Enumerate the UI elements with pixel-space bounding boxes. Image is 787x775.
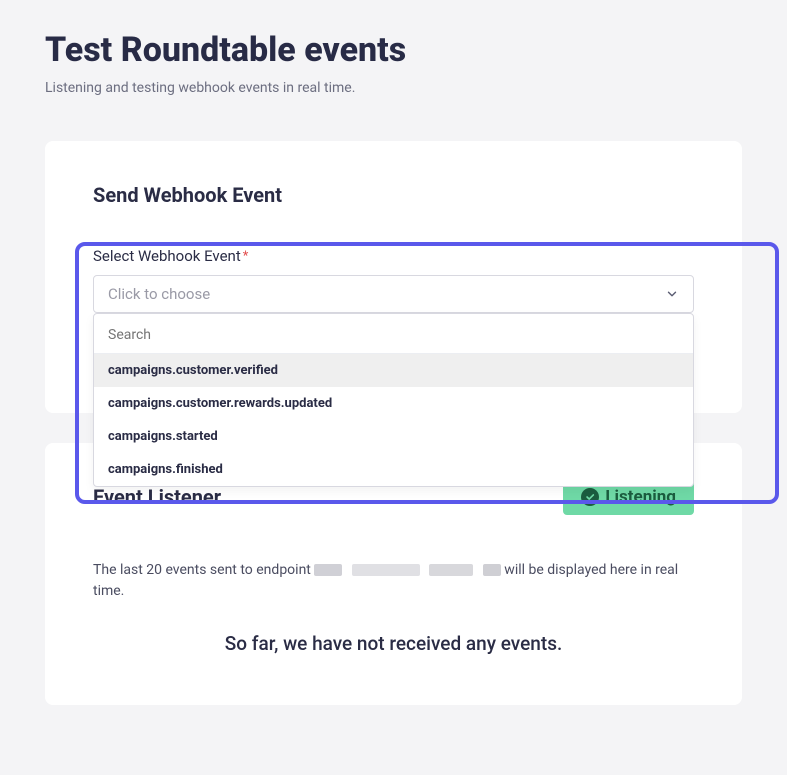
send-webhook-card: Send Webhook Event Select Webhook Event … (45, 141, 742, 413)
dropdown-option[interactable]: campaigns.started (94, 420, 693, 453)
redacted-endpoint (483, 564, 501, 576)
select-placeholder: Click to choose (108, 285, 210, 303)
listener-desc-prefix: The last 20 events sent to endpoint (93, 562, 314, 578)
dropdown-search-wrap (94, 314, 693, 354)
redacted-endpoint (352, 564, 420, 576)
dropdown-option[interactable]: campaigns.customer.verified (94, 354, 693, 387)
send-webhook-title: Send Webhook Event (93, 183, 694, 207)
chevron-down-icon (665, 287, 679, 301)
page-title: Test Roundtable events (45, 30, 742, 70)
event-listener-title: Event Listener (93, 485, 221, 509)
label-text: Select Webhook Event (93, 247, 241, 265)
select-webhook-dropdown[interactable]: Click to choose (93, 275, 694, 313)
redacted-endpoint (429, 564, 473, 576)
select-webhook-label: Select Webhook Event * (93, 247, 694, 265)
dropdown-option[interactable]: campaigns.customer.rewards.updated (94, 387, 693, 420)
redacted-endpoint (314, 564, 342, 576)
page-subtitle: Listening and testing webhook events in … (45, 80, 742, 96)
dropdown-option[interactable]: campaigns.finished (94, 453, 693, 486)
select-webhook-dropdown-panel: campaigns.customer.verified campaigns.cu… (93, 313, 694, 487)
required-marker: * (243, 249, 249, 264)
dropdown-search-input[interactable] (108, 327, 679, 343)
check-circle-icon (581, 488, 599, 506)
dropdown-options-list: campaigns.customer.verified campaigns.cu… (94, 354, 693, 486)
no-events-message: So far, we have not received any events. (93, 632, 694, 655)
listening-badge-text: Listening (605, 487, 676, 507)
listener-description: The last 20 events sent to endpoint will… (93, 560, 694, 602)
select-webhook-field: Select Webhook Event * Click to choose c… (93, 247, 694, 313)
